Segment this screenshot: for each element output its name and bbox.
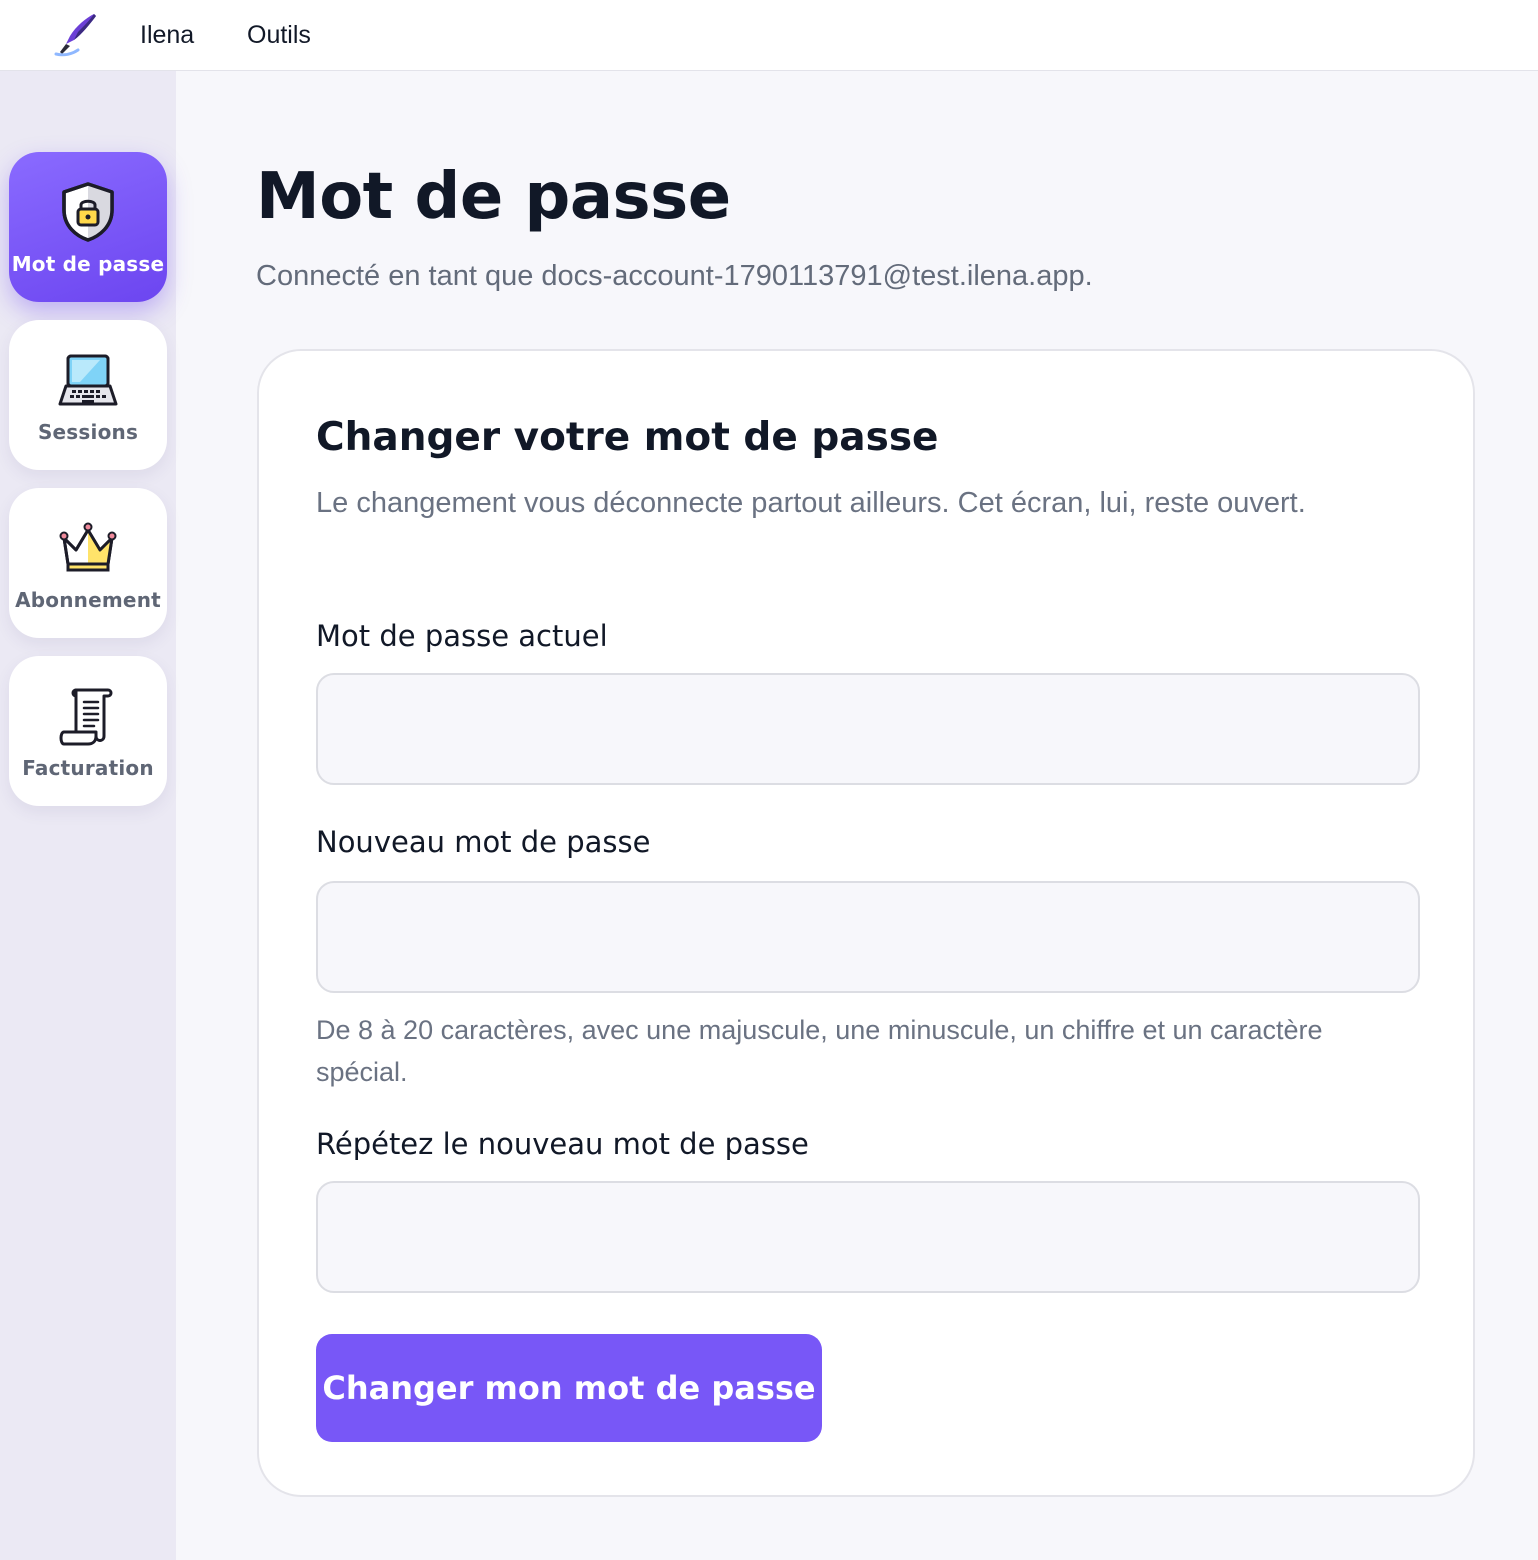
page-title: Mot de passe	[256, 160, 731, 234]
top-bar: Ilena Outils	[0, 0, 1538, 71]
current-password-input[interactable]	[316, 673, 1420, 785]
card-description: Le changement vous déconnecte partout ai…	[316, 487, 1306, 519]
repeat-password-input[interactable]	[316, 1181, 1420, 1293]
laptop-icon	[58, 354, 118, 406]
crown-icon	[59, 522, 117, 572]
change-password-button[interactable]: Changer mon mot de passe	[316, 1334, 822, 1442]
nav-link-ilena[interactable]: Ilena	[140, 21, 194, 50]
current-password-label: Mot de passe actuel	[316, 619, 608, 653]
sidebar-item-facturation[interactable]: Facturation	[9, 656, 167, 806]
quill-pen-icon[interactable]	[50, 10, 102, 58]
receipt-scroll-icon	[59, 688, 113, 746]
shield-lock-icon	[62, 182, 114, 242]
change-password-card: Changer votre mot de passe Le changement…	[257, 349, 1475, 1497]
new-password-hint: De 8 à 20 caractères, avec une majuscule…	[316, 1015, 1323, 1087]
sidebar: Mot de passe Sessions Abonnement Factura…	[0, 71, 176, 1560]
page-subtitle: Connecté en tant que docs-account-179011…	[256, 260, 1093, 292]
card-title: Changer votre mot de passe	[316, 415, 939, 460]
repeat-password-label: Répétez le nouveau mot de passe	[316, 1127, 809, 1161]
sidebar-item-label: Facturation	[22, 756, 154, 780]
sidebar-item-label: Sessions	[37, 420, 139, 444]
new-password-label: Nouveau mot de passe	[316, 825, 651, 859]
new-password-input[interactable]	[316, 881, 1420, 993]
sidebar-item-label: Mot de passe	[11, 252, 165, 276]
sidebar-item-mot-de-passe[interactable]: Mot de passe	[9, 152, 167, 302]
sidebar-item-label: Abonnement	[15, 588, 161, 612]
sidebar-item-sessions[interactable]: Sessions	[9, 320, 167, 470]
nav-link-outils[interactable]: Outils	[247, 21, 311, 50]
sidebar-item-abonnement[interactable]: Abonnement	[9, 488, 167, 638]
